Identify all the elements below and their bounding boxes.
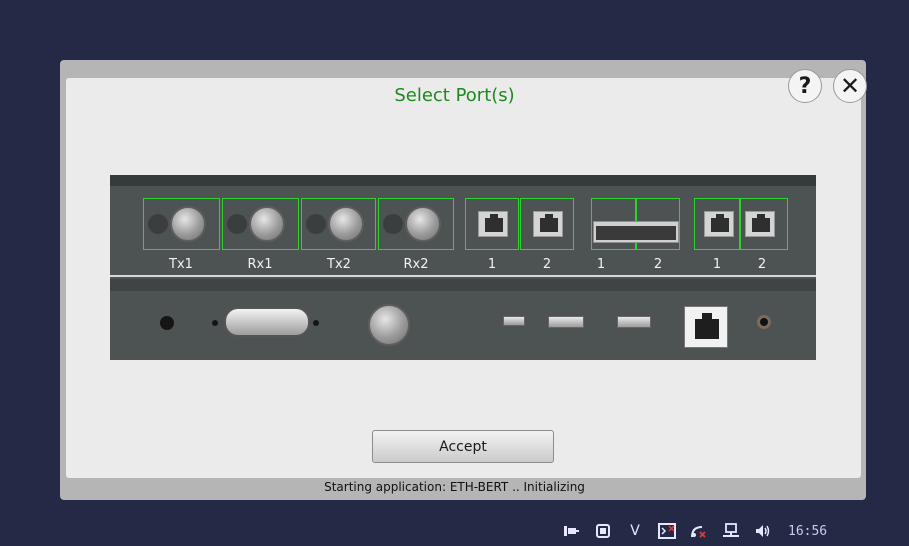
bnc-connector-icon (170, 206, 206, 242)
panel-top-bar (110, 175, 816, 186)
bnc-connector-icon (328, 206, 364, 242)
led-hole-icon (160, 316, 174, 330)
power-plug-icon[interactable] (560, 521, 582, 541)
port-label-rj45-a2: 2 (542, 257, 552, 272)
port-rj45-a2[interactable] (520, 198, 574, 250)
port-label-rj45-b2: 2 (757, 257, 767, 272)
port-label-sfp-1: 1 (596, 257, 606, 272)
port-label-rj45-b1: 1 (712, 257, 722, 272)
system-tray: V 16:56 (560, 520, 827, 542)
port-label-rx1: Rx1 (247, 257, 273, 272)
sfp-cage-icon (593, 221, 679, 243)
satellite-icon[interactable] (688, 521, 710, 541)
port-label-tx1: Tx1 (169, 257, 193, 272)
screw-icon (313, 320, 319, 326)
device-port-panel: Tx1 Rx1 Tx2 Rx2 1 2 1 2 1 2 (110, 175, 816, 360)
ethernet-port-icon (704, 211, 734, 237)
port-rj45-b1[interactable] (694, 198, 740, 250)
port-tx1[interactable] (143, 198, 220, 250)
bnc-shadow-icon (148, 214, 168, 234)
clock: 16:56 (788, 523, 828, 539)
usb-port-icon (548, 316, 584, 328)
ethernet-port-icon (478, 211, 508, 237)
bnc-connector-icon (405, 206, 441, 242)
speaker-icon[interactable] (752, 521, 774, 541)
port-tx2[interactable] (301, 198, 376, 250)
help-button[interactable]: ? (788, 69, 822, 103)
port-rx1[interactable] (222, 198, 299, 250)
bnc-shadow-icon (383, 214, 403, 234)
bnc-shadow-icon (227, 214, 247, 234)
port-rj45-a1[interactable] (465, 198, 519, 250)
audio-jack-icon (757, 315, 771, 329)
serial-connector-icon (224, 307, 310, 337)
accept-button[interactable]: Accept (372, 430, 554, 463)
port-label-rj45-a1: 1 (487, 257, 497, 272)
usb-port-icon (617, 316, 651, 328)
port-rj45-b2[interactable] (740, 198, 788, 250)
port-rx2[interactable] (378, 198, 454, 250)
port-label-rx2: Rx2 (403, 257, 429, 272)
terminal-icon[interactable] (656, 521, 678, 541)
ethernet-port-icon (533, 211, 563, 237)
port-label-sfp-2: 2 (653, 257, 663, 272)
port-label-tx2: Tx2 (327, 257, 351, 272)
v-icon[interactable]: V (624, 521, 646, 541)
bnc-connector-icon (249, 206, 285, 242)
panel-divider-shadow (110, 279, 816, 291)
dialog-title: Select Port(s) (394, 85, 515, 106)
close-button[interactable]: ✕ (833, 69, 867, 103)
ethernet-port-icon (684, 306, 728, 348)
ethernet-port-icon (745, 211, 775, 237)
status-message: Starting application: ETH-BERT .. Initia… (324, 480, 585, 494)
bnc-connector-icon (368, 304, 410, 346)
panel-divider (110, 275, 816, 277)
screw-icon (212, 320, 218, 326)
square-icon[interactable] (592, 521, 614, 541)
bnc-shadow-icon (306, 214, 326, 234)
network-icon[interactable] (720, 521, 742, 541)
usb-port-icon (503, 316, 525, 326)
